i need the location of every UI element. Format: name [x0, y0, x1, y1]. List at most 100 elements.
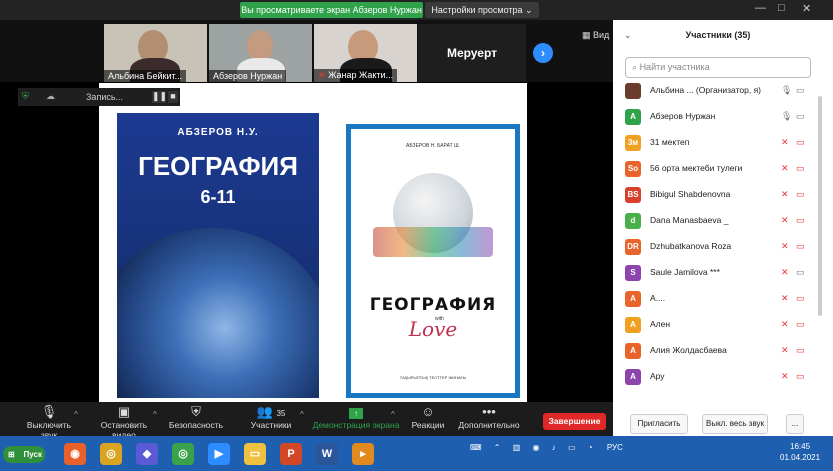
mic-muted-icon: ✕	[781, 189, 789, 199]
folder-icon[interactable]: ▭	[244, 443, 266, 465]
language-indicator[interactable]: РУС	[607, 443, 623, 452]
chrome-icon[interactable]: ◎	[100, 443, 122, 465]
scrollbar[interactable]	[818, 96, 822, 316]
search-placeholder: Найти участника	[639, 62, 710, 72]
avatar: S	[625, 265, 641, 281]
mute-button[interactable]: 🎙 Выключить звук	[18, 404, 80, 440]
participants-button[interactable]: 👥 35 Участники	[246, 404, 296, 430]
view-options-button[interactable]: Настройки просмотра ⌄	[425, 2, 539, 18]
participant-row[interactable]: A A.... ✕ ▭	[621, 290, 811, 310]
video-tile-name-only[interactable]: Меруерт	[418, 24, 526, 82]
volume-icon: ♪	[551, 443, 556, 452]
maximize-button[interactable]: □	[778, 2, 785, 14]
reactions-button[interactable]: ☺ Реакции	[408, 404, 448, 430]
avatar: So	[625, 161, 641, 177]
participant-row[interactable]: A Абзеров Нуржан 🎙 ▭	[621, 108, 811, 128]
clock[interactable]: 16:45 01.04.2021	[780, 441, 820, 463]
share-screen-button[interactable]: ↑ Демонстрация экрана	[312, 404, 400, 430]
system-tray[interactable]: ⌨ ⌃ ▥ ◉ ♪ ▭ ◔ РУС	[470, 443, 623, 452]
close-button[interactable]: ✕	[802, 2, 811, 15]
participant-row[interactable]: A Алия Жолдасбаева ✕ ▭	[621, 342, 811, 362]
video-off-icon: ▭	[796, 371, 805, 381]
video-off-icon: ▭	[796, 163, 805, 173]
avatar: DR	[625, 239, 641, 255]
participant-row[interactable]: S Saule Jamilova *** ✕ ▭	[621, 264, 811, 284]
more-button[interactable]: ••• Дополнительно	[456, 404, 522, 430]
avatar: A	[625, 369, 641, 385]
video-tile-name: Альбина Бейкит...	[104, 70, 187, 82]
network-icon: ▥	[512, 443, 521, 452]
avatar: A	[625, 291, 641, 307]
chevron-up-icon[interactable]: ^	[391, 410, 395, 419]
view-button[interactable]: ▦ Вид	[582, 30, 609, 41]
participant-row[interactable]: DR Dzhubatkanova Roza ✕ ▭	[621, 238, 811, 258]
avatar: BS	[625, 187, 641, 203]
participant-name: Алия Жолдасбаева	[650, 345, 727, 355]
mic-muted-icon: ✕	[318, 70, 326, 80]
search-participant-input[interactable]: ⌕ Найти участника	[625, 57, 811, 78]
participant-name: Альбина ... (Организатор, я)	[650, 85, 762, 95]
participant-row[interactable]: So 56 орта мектеби тулеги ✕ ▭	[621, 160, 811, 180]
clock-time: 16:45	[790, 442, 811, 451]
stop-video-button[interactable]: ▣ Остановить видео	[88, 404, 160, 440]
book-cover-right: АБЗЕРОВ Н. БАРАТ Ш. ГЕОГРАФИЯ with Love …	[346, 124, 520, 398]
security-button[interactable]: ⛨ Безопасность	[168, 404, 224, 430]
video-off-icon: ▭	[796, 215, 805, 225]
microphone-icon: 🎙	[40, 404, 58, 419]
windows-logo-icon: ⊞	[8, 450, 15, 459]
video-tile[interactable]: Альбина Бейкит...	[104, 24, 207, 82]
mic-muted-icon: ✕	[781, 215, 789, 225]
participant-row[interactable]: 3м 31 мектеп ✕ ▭	[621, 134, 811, 154]
word-icon[interactable]: W	[316, 443, 338, 465]
firefox-icon[interactable]: ◉	[64, 443, 86, 465]
cloud-icon: ☁	[46, 91, 55, 101]
start-button[interactable]: ⊞ Пуск	[3, 446, 45, 463]
invite-button[interactable]: Пригласить	[630, 414, 688, 434]
participant-row[interactable]: A Ален ✕ ▭	[621, 316, 811, 336]
chevron-up-icon[interactable]: ^	[300, 410, 304, 419]
participant-row[interactable]: BS Bibigul Shabdenovna ✕ ▭	[621, 186, 811, 206]
video-tile[interactable]: ✕ Жанар Жакти...	[314, 24, 417, 82]
people-icon: 👥 35	[256, 404, 286, 419]
chrome-profile-icon[interactable]: ◎	[172, 443, 194, 465]
chevron-up-icon[interactable]: ^	[153, 410, 157, 419]
participant-name: 31 мектеп	[650, 137, 690, 147]
share-screen-icon: ↑	[312, 404, 400, 420]
discord-icon[interactable]: ◆	[136, 443, 158, 465]
video-off-icon: ▭	[796, 267, 805, 277]
video-tile-name: ✕ Жанар Жакти...	[314, 69, 398, 82]
shield-icon: ⛨	[22, 91, 29, 101]
tray-app-icon: ◉	[532, 443, 540, 452]
mic-muted-icon: ✕	[781, 371, 789, 381]
media-player-icon[interactable]: ▸	[352, 443, 374, 465]
minimize-button[interactable]: —	[755, 2, 766, 14]
powerpoint-icon[interactable]: P	[280, 443, 302, 465]
participant-name: Ару	[650, 371, 665, 381]
avatar: A	[625, 317, 641, 333]
participant-row[interactable]: A Ару ✕ ▭	[621, 368, 811, 388]
zoom-icon[interactable]: ▶	[208, 443, 230, 465]
mic-muted-icon: ✕	[781, 163, 789, 173]
video-off-icon: ▭	[796, 189, 805, 199]
video-off-icon: ▭	[796, 319, 805, 329]
video-tile-name: Абзеров Нуржан	[209, 70, 287, 82]
keyboard-icon: ⌨	[470, 443, 482, 452]
pause-icon[interactable]: ❚❚	[152, 91, 167, 103]
book-title: ГЕОГРАФИЯ	[138, 151, 298, 181]
participant-row[interactable]: Альбина ... (Организатор, я) 🎙 ▭	[621, 82, 811, 102]
chevron-up-icon[interactable]: ^	[74, 410, 78, 419]
video-tile[interactable]: Абзеров Нуржан	[209, 24, 312, 82]
next-page-button[interactable]: ›	[533, 43, 553, 63]
mic-muted-icon: ✕	[781, 293, 789, 303]
chevron-right-icon: ›	[541, 46, 545, 60]
mic-muted-icon: ✕	[781, 137, 789, 147]
smiley-icon: ☺	[421, 404, 435, 419]
more-options-button[interactable]: ...	[786, 414, 804, 434]
microphone-icon: 🎙	[781, 111, 793, 121]
participant-row[interactable]: d Dana Manasbaeva _ ✕ ▭	[621, 212, 811, 232]
mute-all-button[interactable]: Выкл. весь звук	[702, 414, 768, 434]
end-meeting-button[interactable]: Завершение	[543, 413, 606, 430]
avatar	[625, 83, 641, 99]
book-authors: АБЗЕРОВ Н. БАРАТ Ш.	[405, 143, 460, 149]
stop-icon[interactable]: ■	[168, 91, 178, 103]
